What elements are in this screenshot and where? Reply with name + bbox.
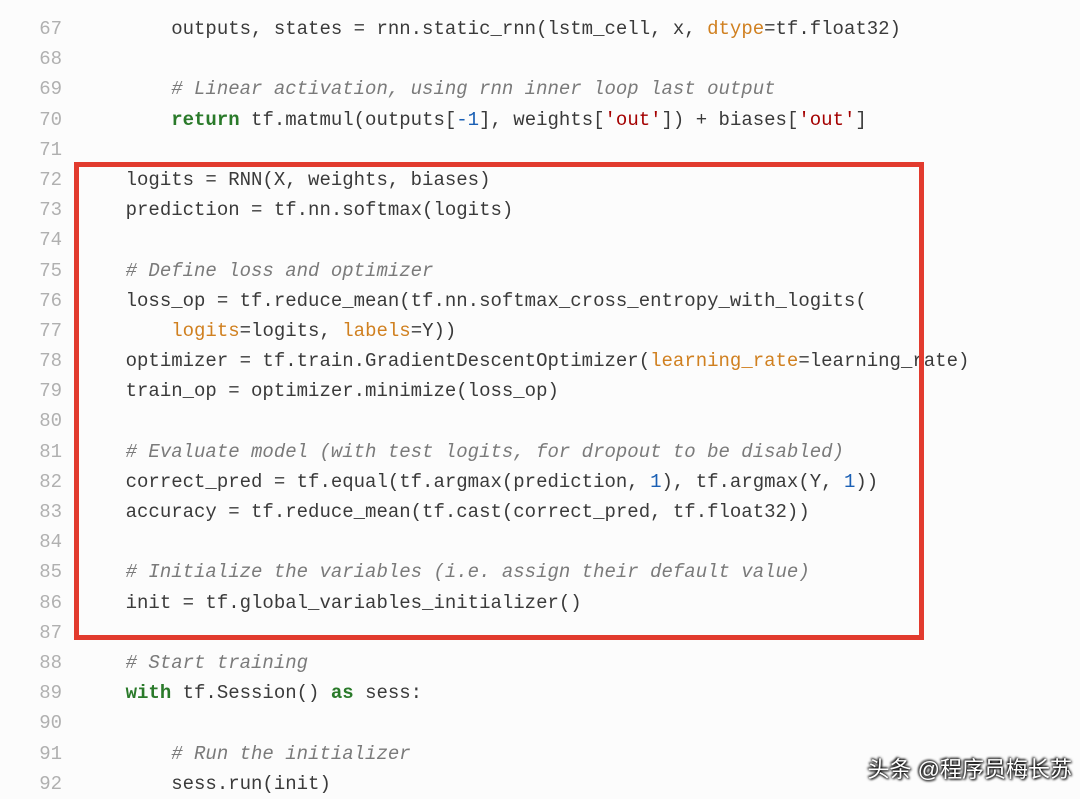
- code-line: optimizer = tf.train.GradientDescentOpti…: [80, 346, 1080, 376]
- code-line: # Define loss and optimizer: [80, 256, 1080, 286]
- code-line: [80, 708, 1080, 738]
- line-number: 88: [0, 648, 62, 678]
- line-number: 80: [0, 406, 62, 436]
- line-number: 75: [0, 256, 62, 286]
- line-number: 72: [0, 165, 62, 195]
- line-number: 67: [0, 14, 62, 44]
- line-number: 83: [0, 497, 62, 527]
- line-number: 89: [0, 678, 62, 708]
- code-area: outputs, states = rnn.static_rnn(lstm_ce…: [80, 14, 1080, 799]
- line-number: 82: [0, 467, 62, 497]
- line-number: 87: [0, 618, 62, 648]
- line-number: 92: [0, 769, 62, 799]
- code-line: init = tf.global_variables_initializer(): [80, 588, 1080, 618]
- line-number: 76: [0, 286, 62, 316]
- code-line: [80, 406, 1080, 436]
- code-line: # Initialize the variables (i.e. assign …: [80, 557, 1080, 587]
- code-line: loss_op = tf.reduce_mean(tf.nn.softmax_c…: [80, 286, 1080, 316]
- line-number: 77: [0, 316, 62, 346]
- line-number: 69: [0, 74, 62, 104]
- code-line: [80, 527, 1080, 557]
- code-line: # Evaluate model (with test logits, for …: [80, 437, 1080, 467]
- code-line: correct_pred = tf.equal(tf.argmax(predic…: [80, 467, 1080, 497]
- code-line: outputs, states = rnn.static_rnn(lstm_ce…: [80, 14, 1080, 44]
- code-line: # Start training: [80, 648, 1080, 678]
- line-number: 71: [0, 135, 62, 165]
- line-number: 68: [0, 44, 62, 74]
- line-number: 73: [0, 195, 62, 225]
- code-line: [80, 135, 1080, 165]
- line-number: 91: [0, 739, 62, 769]
- line-number: 78: [0, 346, 62, 376]
- code-line: return tf.matmul(outputs[-1], weights['o…: [80, 105, 1080, 135]
- code-line: prediction = tf.nn.softmax(logits): [80, 195, 1080, 225]
- line-number: 90: [0, 708, 62, 738]
- code-line: with tf.Session() as sess:: [80, 678, 1080, 708]
- watermark: 头条 @程序员梅长苏: [868, 755, 1072, 785]
- code-line: accuracy = tf.reduce_mean(tf.cast(correc…: [80, 497, 1080, 527]
- code-line: logits=logits, labels=Y)): [80, 316, 1080, 346]
- code-line: [80, 225, 1080, 255]
- line-number: 79: [0, 376, 62, 406]
- line-number: 81: [0, 437, 62, 467]
- line-number: 85: [0, 557, 62, 587]
- line-number: 70: [0, 105, 62, 135]
- code-line: train_op = optimizer.minimize(loss_op): [80, 376, 1080, 406]
- line-number: 86: [0, 588, 62, 618]
- code-line: [80, 44, 1080, 74]
- line-number: 84: [0, 527, 62, 557]
- line-number: 74: [0, 225, 62, 255]
- code-line: [80, 618, 1080, 648]
- line-number-gutter: 6768697071727374757677787980818283848586…: [0, 14, 80, 799]
- code-line: logits = RNN(X, weights, biases): [80, 165, 1080, 195]
- code-line: # Linear activation, using rnn inner loo…: [80, 74, 1080, 104]
- code-editor: 6768697071727374757677787980818283848586…: [0, 0, 1080, 799]
